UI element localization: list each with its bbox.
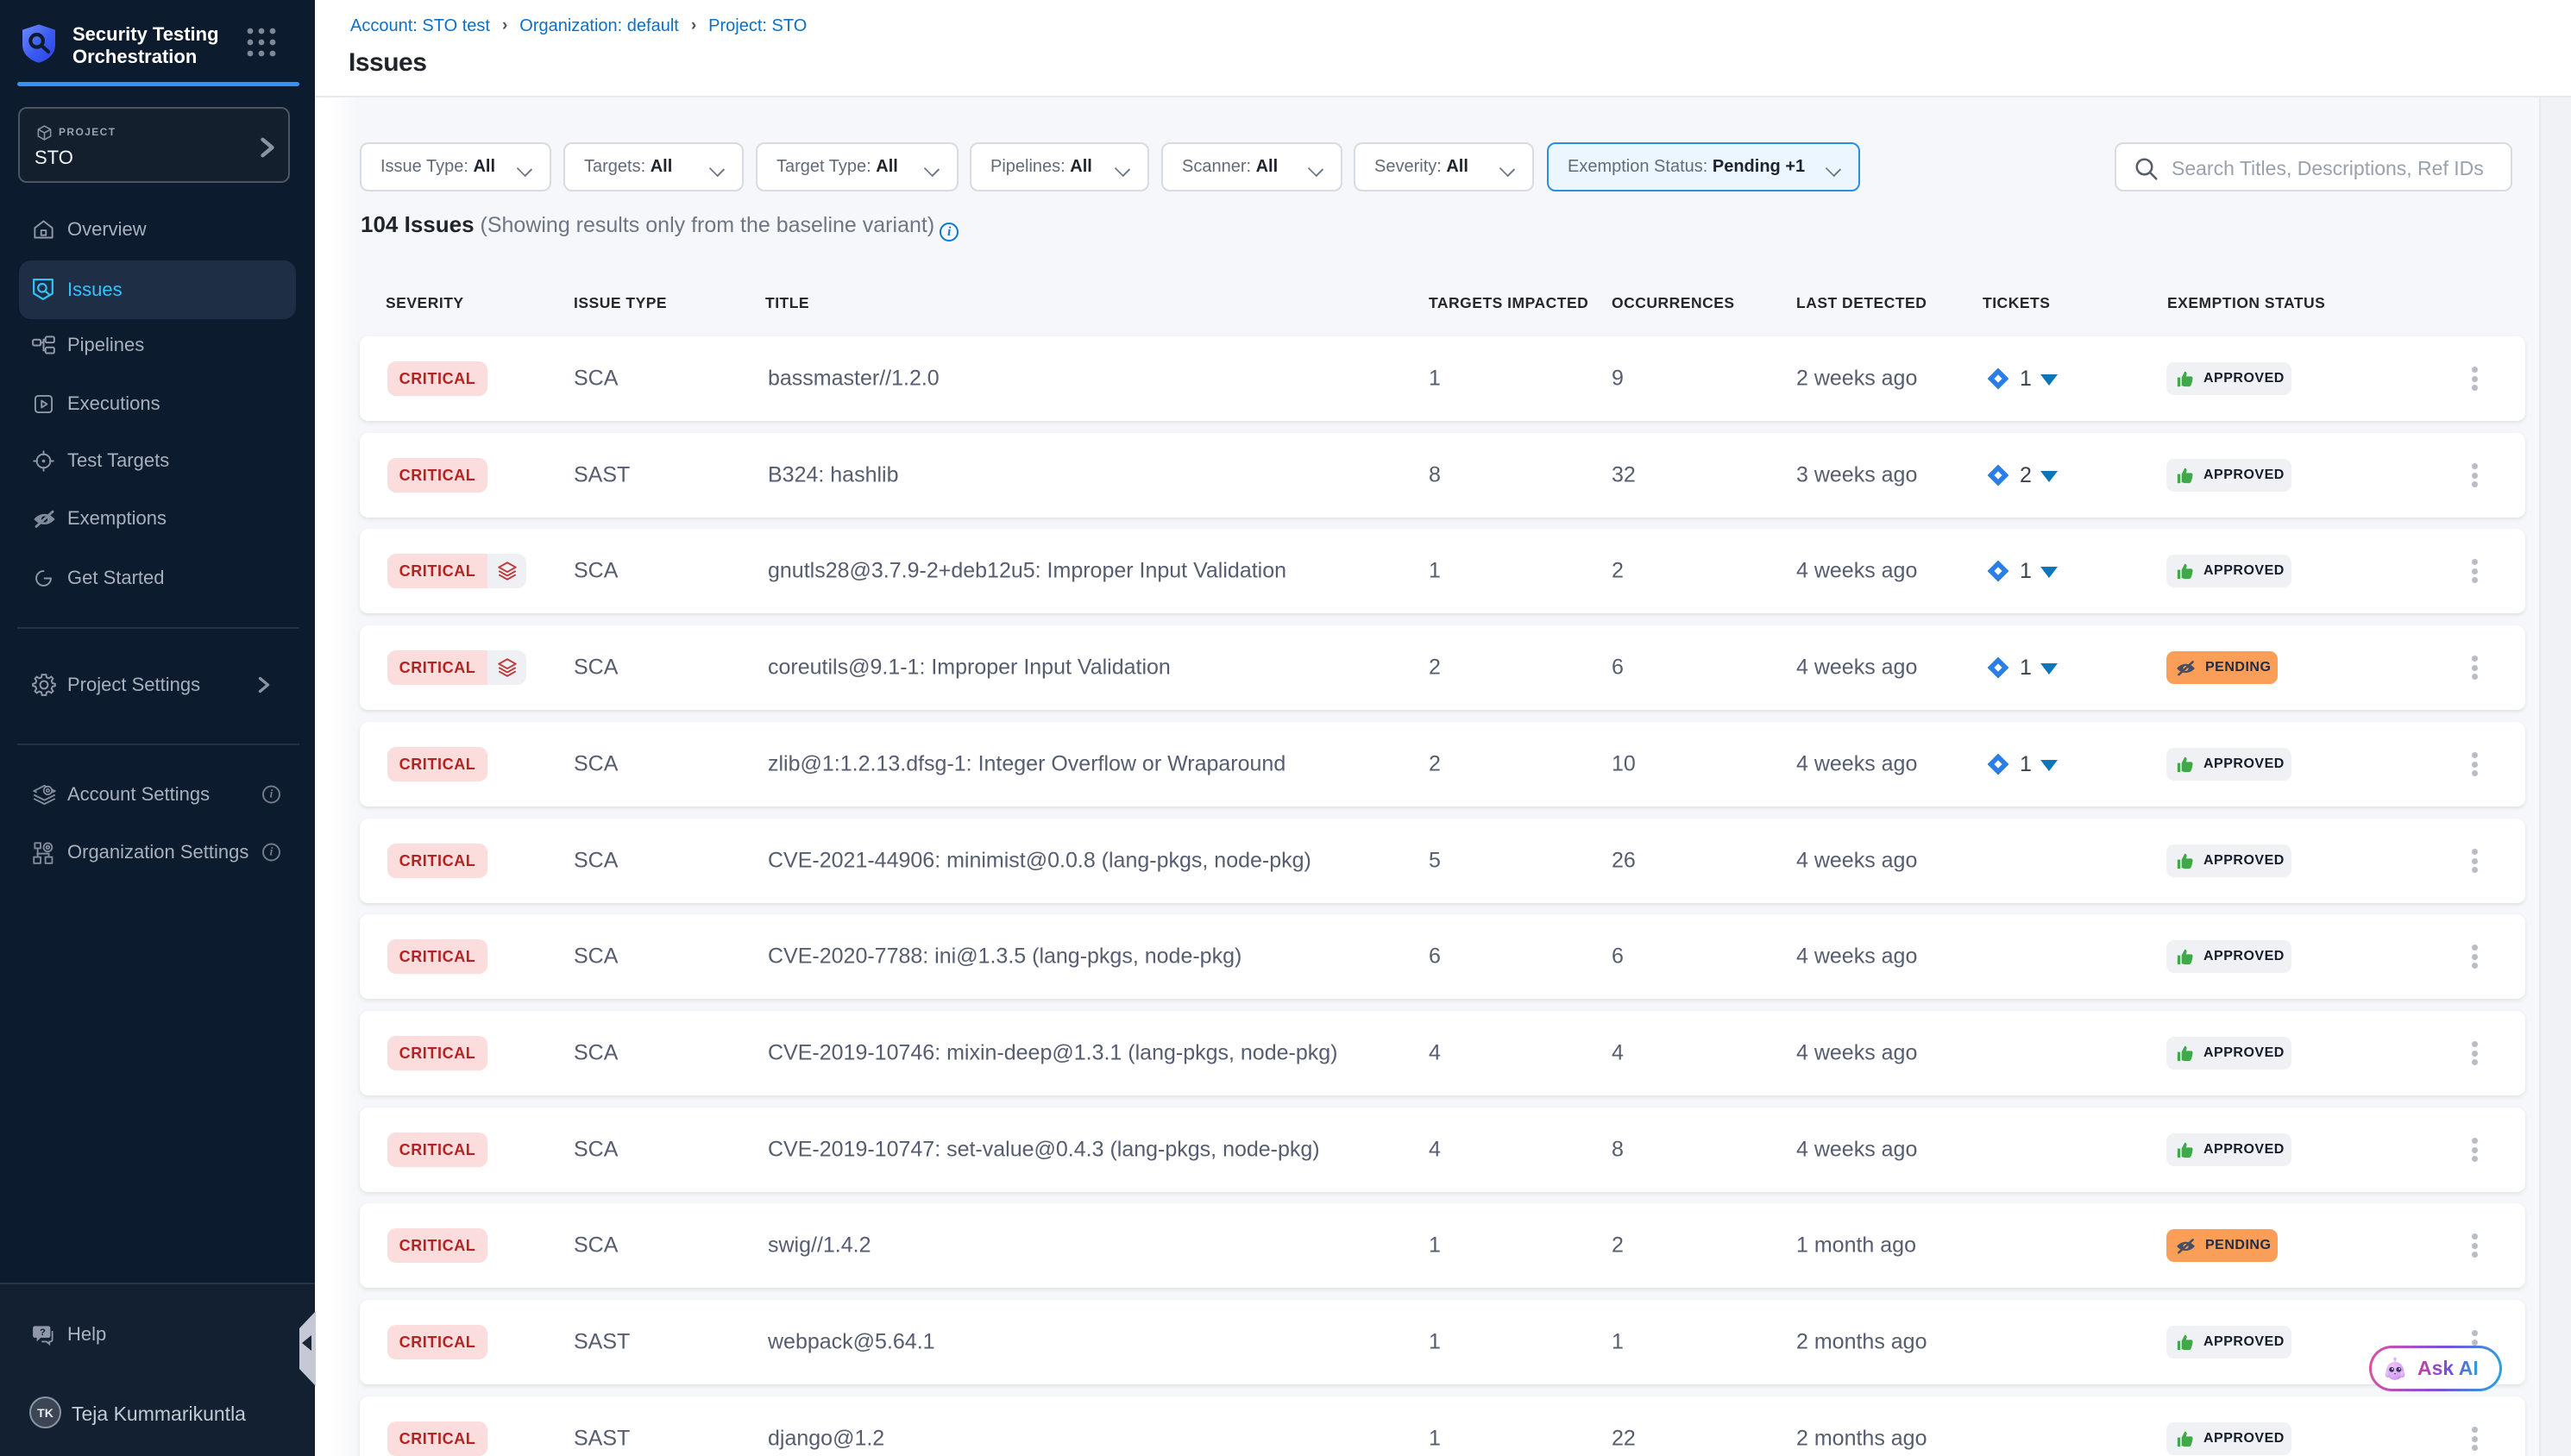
svg-text:?: ? (40, 1327, 46, 1338)
